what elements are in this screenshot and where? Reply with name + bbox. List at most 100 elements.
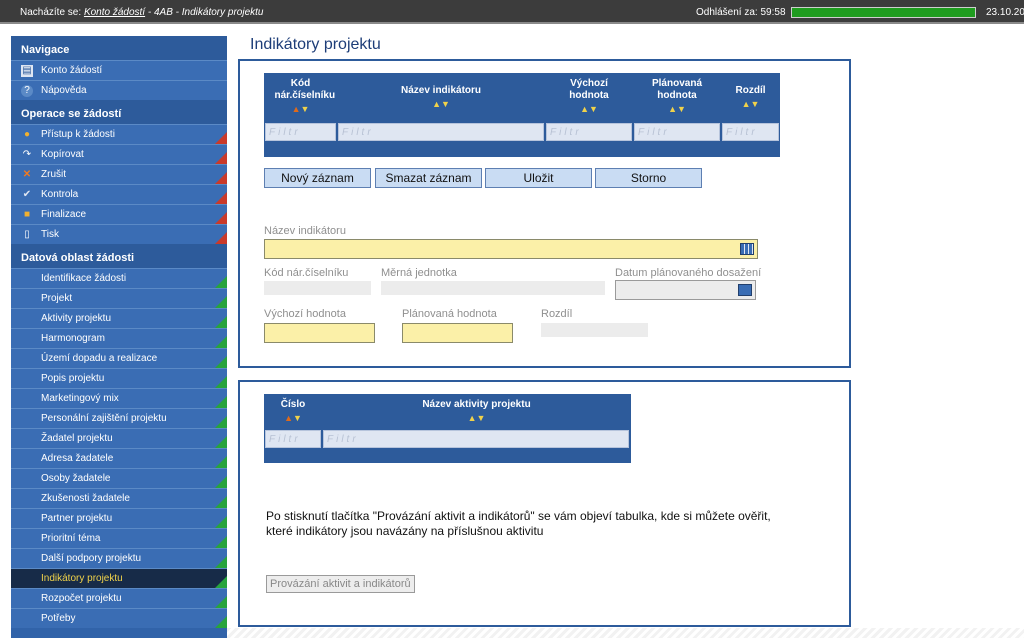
sort-arrows-icon[interactable]: ▲▼	[264, 412, 322, 424]
corner-marker	[215, 436, 227, 448]
sidebar-item-data[interactable]: Projekt	[11, 288, 227, 308]
sidebar-item-kontrola[interactable]: ✔ Kontrola	[11, 184, 227, 204]
new-record-button[interactable]: Nový záznam	[264, 168, 371, 188]
sidebar-item-label: Další podpory projektu	[41, 553, 142, 564]
sidebar-item-data[interactable]: Partner projektu	[11, 508, 227, 528]
sidebar-item-pristup[interactable]: ● Přístup k žádosti	[11, 124, 227, 144]
planned-value-field[interactable]	[402, 323, 513, 343]
sidebar-item-label: Zkušenosti žadatele	[41, 493, 130, 504]
sidebar-item-label: Konto žádostí	[41, 65, 103, 76]
filter-input-planovana[interactable]: Filtr	[634, 123, 720, 141]
save-button[interactable]: Uložit	[485, 168, 592, 188]
cancel-button[interactable]: Storno	[595, 168, 702, 188]
sidebar-item-data[interactable]: Identifikace žádosti	[11, 268, 227, 288]
corner-marker	[215, 596, 227, 608]
filter-input-kod[interactable]: Filtr	[265, 123, 336, 141]
sidebar-item-data[interactable]: Další podpory projektu	[11, 548, 227, 568]
users-icon: ●	[23, 129, 31, 140]
column-header-planovana[interactable]: Plánovaná hodnota ▲▼	[633, 73, 721, 123]
unit-field	[381, 281, 605, 295]
filter-input-cislo[interactable]: Filtr	[265, 430, 321, 448]
sort-arrows-icon[interactable]: ▲▼	[337, 98, 545, 110]
breadcrumb-link-konto[interactable]: Konto žádostí	[84, 7, 145, 18]
sidebar-item-zrusit[interactable]: ✕ Zrušit	[11, 164, 227, 184]
corner-marker	[215, 376, 227, 388]
corner-marker	[215, 416, 227, 428]
difference-field	[541, 323, 648, 337]
sidebar-item-data[interactable]: Osoby žadatele	[11, 468, 227, 488]
delete-record-button[interactable]: Smazat záznam	[375, 168, 482, 188]
sort-arrows-icon[interactable]: ▲▼	[545, 103, 633, 115]
sidebar-item-data[interactable]: Indikátory projektu	[11, 568, 227, 588]
sidebar-item-kopirovat[interactable]: ↷ Kopírovat	[11, 144, 227, 164]
sidebar-item-label: Partner projektu	[41, 513, 113, 524]
corner-marker	[215, 296, 227, 308]
sidebar-item-label: Rozpočet projektu	[41, 593, 122, 604]
sidebar-item-data[interactable]: Potřeby	[11, 608, 227, 628]
lock-icon: ■	[23, 209, 31, 220]
column-header-label: Rozdíl	[735, 85, 766, 96]
planned-date-field[interactable]	[615, 280, 756, 300]
filter-input-nazev-aktivity[interactable]: Filtr	[323, 430, 629, 448]
sidebar-item-data[interactable]: Harmonogram	[11, 328, 227, 348]
sidebar-item-label: Indikátory projektu	[41, 573, 123, 584]
link-activities-indicators-button[interactable]: Provázání aktivit a indikátorů	[266, 575, 415, 593]
sidebar-item-label: Identifikace žádosti	[41, 273, 127, 284]
sidebar-item-label: Projekt	[41, 293, 73, 304]
sidebar-item-tisk[interactable]: ▯ Tisk	[11, 224, 227, 244]
top-bar: Nacházíte se: Konto žádostí - 4AB - Indi…	[0, 0, 1024, 24]
column-header-label: Výchozí hodnota	[569, 78, 609, 101]
code-field	[264, 281, 371, 295]
sidebar-item-napoveda[interactable]: ? Nápověda	[11, 80, 227, 100]
sidebar-item-data[interactable]: Rozpočet projektu	[11, 588, 227, 608]
corner-marker	[215, 536, 227, 548]
sidebar-item-data[interactable]: Aktivity projektu	[11, 308, 227, 328]
filter-input-rozdil[interactable]: Filtr	[722, 123, 779, 141]
column-header-nazev-aktivity[interactable]: Název aktivity projektu ▲▼	[322, 394, 631, 428]
session-progress-bar	[791, 7, 976, 18]
sidebar-section-datova-oblast: Datová oblast žádosti	[11, 244, 227, 268]
calendar-icon[interactable]	[738, 284, 752, 296]
corner-marker	[215, 336, 227, 348]
column-header-rozdil[interactable]: Rozdíl ▲▼	[721, 73, 780, 123]
column-header-cislo[interactable]: Číslo ▲▼	[264, 394, 322, 428]
sidebar-item-label: Tisk	[41, 229, 59, 240]
sidebar-item-data[interactable]: Personální zajištění projektu	[11, 408, 227, 428]
sidebar-item-data[interactable]: Marketingový mix	[11, 388, 227, 408]
sidebar-item-data[interactable]: Prioritní téma	[11, 528, 227, 548]
sidebar-item-konto[interactable]: ▤ Konto žádostí	[11, 60, 227, 80]
footer-hatch	[227, 628, 1024, 638]
breadcrumb-prefix: Nacházíte se:	[20, 7, 82, 18]
sort-arrows-icon[interactable]: ▲▼	[264, 103, 337, 115]
copy-arrow-icon: ↷	[22, 149, 32, 160]
sort-arrows-icon[interactable]: ▲▼	[322, 412, 631, 424]
sidebar-item-finalizace[interactable]: ■ Finalizace	[11, 204, 227, 224]
sidebar-item-data[interactable]: Adresa žadatele	[11, 448, 227, 468]
indicator-name-field[interactable]	[264, 239, 758, 259]
column-header-nazev[interactable]: Název indikátoru ▲▼	[337, 73, 545, 123]
sidebar-item-data[interactable]: Území dopadu a realizace	[11, 348, 227, 368]
sidebar-item-label: Personální zajištění projektu	[41, 413, 167, 424]
sort-arrows-icon[interactable]: ▲▼	[721, 98, 780, 110]
sidebar-data-items: Identifikace žádosti Projekt Aktivity proj…	[11, 268, 227, 628]
corner-marker	[215, 616, 227, 628]
check-icon: ✔	[22, 189, 32, 200]
sidebar-item-label: Území dopadu a realizace	[41, 353, 158, 364]
start-value-field[interactable]	[264, 323, 375, 343]
sidebar-item-data[interactable]: Zkušenosti žadatele	[11, 488, 227, 508]
filter-input-vychozi[interactable]: Filtr	[546, 123, 632, 141]
sidebar-section-operace: Operace se žádostí	[11, 100, 227, 124]
lookup-grid-icon[interactable]	[740, 243, 754, 255]
document-icon: ▯	[24, 229, 30, 240]
activities-panel: Číslo ▲▼ Název aktivity projektu ▲▼ Filt…	[238, 380, 851, 627]
corner-marker	[215, 192, 227, 204]
sidebar-item-data[interactable]: Popis projektu	[11, 368, 227, 388]
help-icon: ?	[21, 85, 33, 97]
column-header-kod[interactable]: Kód nár.číselníku ▲▼	[264, 73, 337, 123]
planned-date-label: Datum plánovaného dosažení	[615, 267, 762, 279]
info-note: Po stisknutí tlačítka "Provázání aktivit…	[266, 509, 771, 538]
sort-arrows-icon[interactable]: ▲▼	[633, 103, 721, 115]
filter-input-nazev[interactable]: Filtr	[338, 123, 544, 141]
column-header-vychozi[interactable]: Výchozí hodnota ▲▼	[545, 73, 633, 123]
sidebar-item-data[interactable]: Žadatel projektu	[11, 428, 227, 448]
